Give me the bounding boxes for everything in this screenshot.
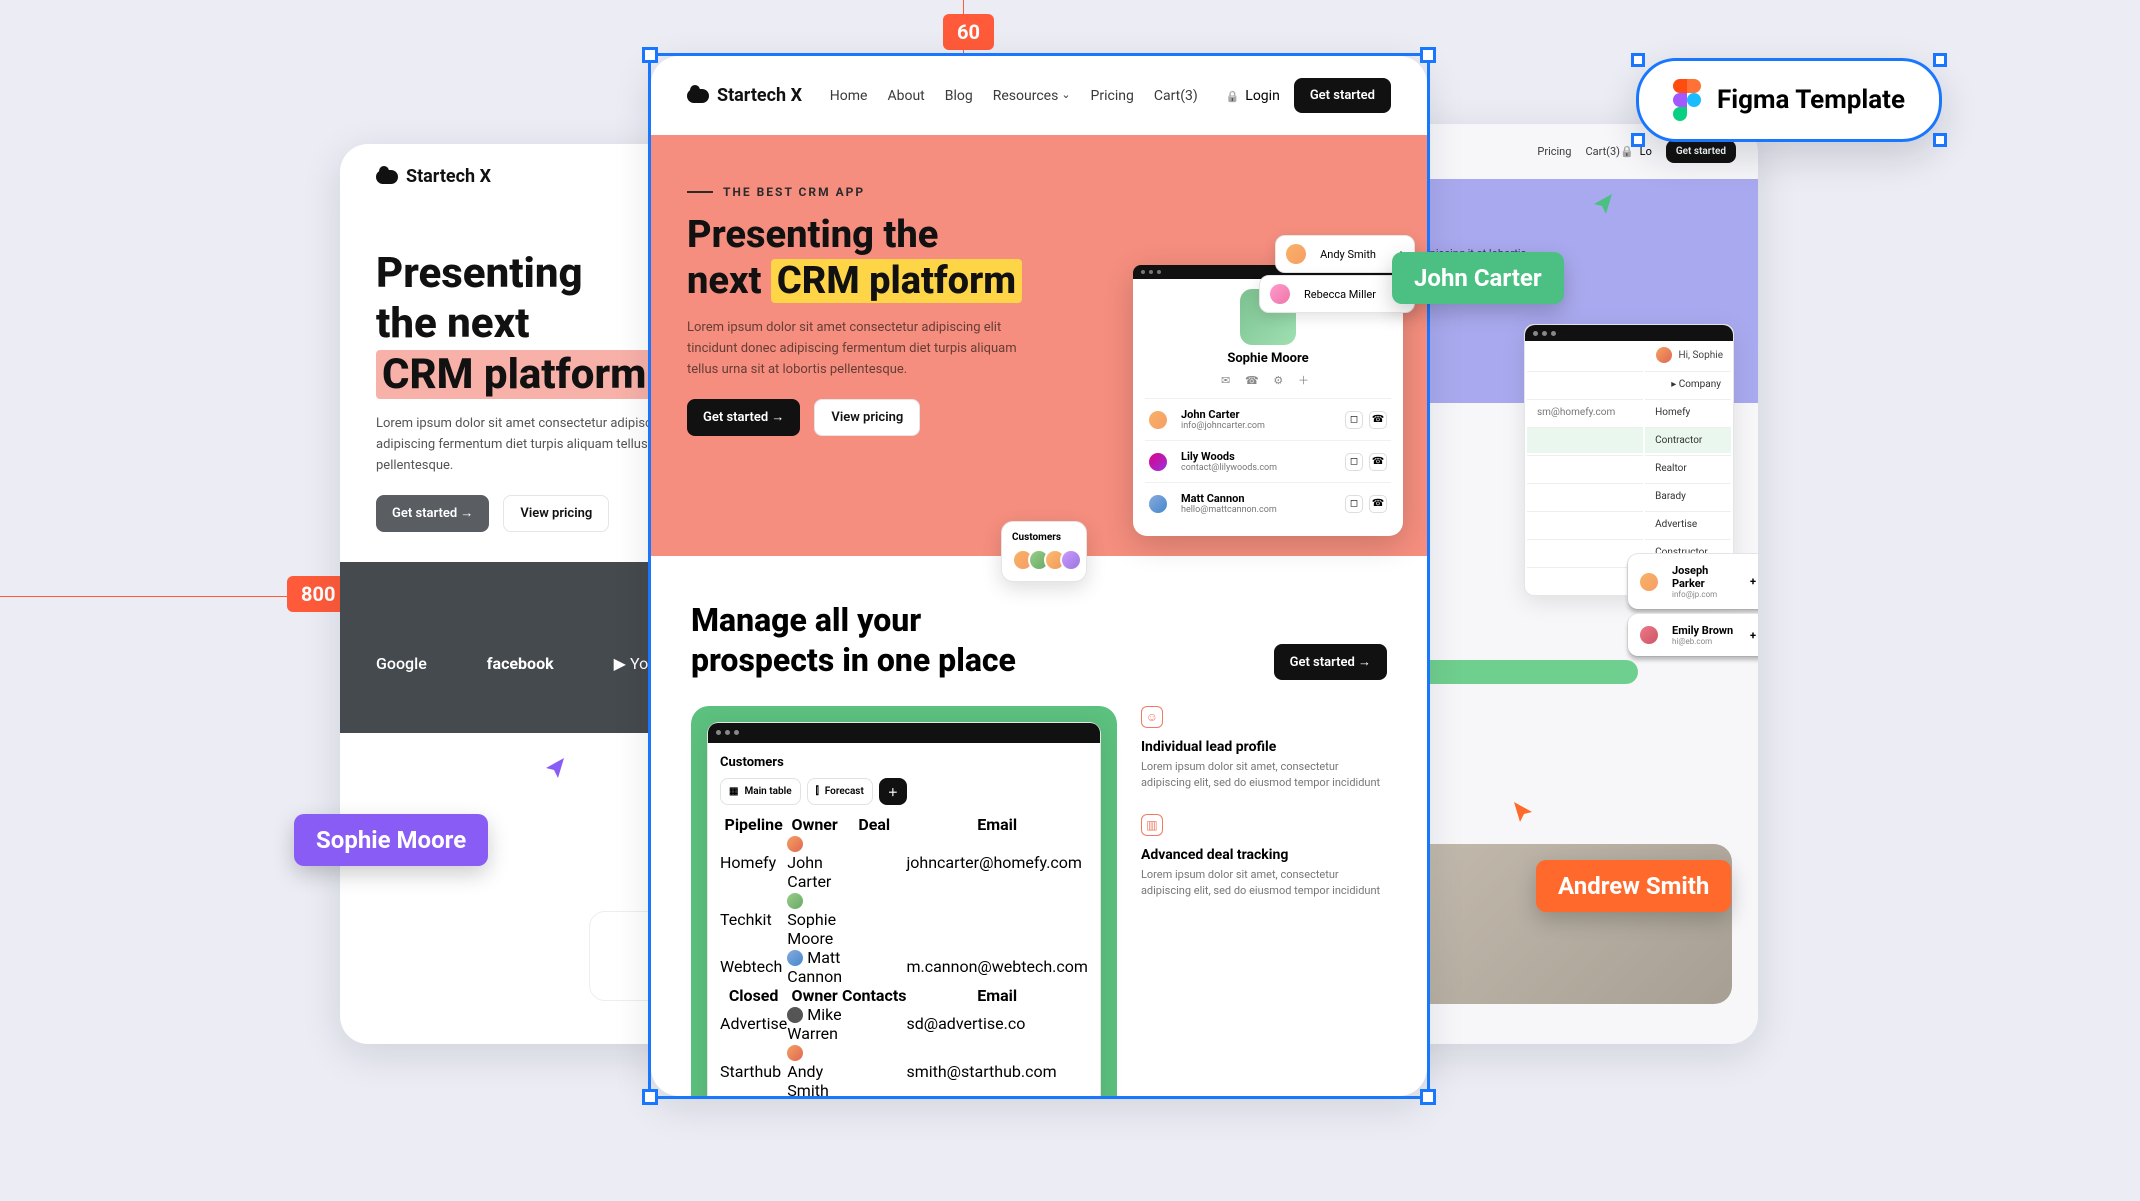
logo[interactable]: Startech X (687, 85, 802, 106)
contact-chip-emily[interactable]: Emily Brownhi@eb.com+ (1628, 614, 1758, 656)
selection-handle[interactable] (1933, 133, 1947, 147)
get-started-button[interactable]: Get started → (376, 495, 489, 532)
nav-resources[interactable]: Resources (993, 88, 1071, 104)
nav-cart[interactable]: Cart(3) (1585, 145, 1620, 158)
tab-forecast[interactable]: ⫿ Forecast (807, 778, 873, 805)
hi-user: Hi, Sophie (1525, 341, 1733, 369)
nav-blog[interactable]: Blog (945, 88, 973, 104)
user-icon: ☺ (1141, 706, 1163, 728)
cursor-john (1588, 190, 1616, 218)
logo-facebook: facebook (487, 654, 554, 673)
add-button[interactable]: ＋ (879, 778, 907, 805)
cloud-icon (687, 89, 709, 103)
artboard-center[interactable]: Startech X Home About Blog Resources Pri… (651, 56, 1427, 1096)
figma-icon (1673, 79, 1701, 121)
measure-top: 60 (943, 14, 994, 50)
call-icon[interactable]: ☎ (1369, 453, 1387, 471)
contact-row[interactable]: Lily Woodscontact@lilywoods.com◻☎ (1145, 440, 1391, 482)
call-icon[interactable]: ☎ (1369, 495, 1387, 513)
cursor-andrew (1510, 798, 1538, 826)
customers-table: PipelineOwnerDealEmail Homefy John Carte… (720, 815, 1088, 1096)
hero-area: THE BEST CRM APP Presenting the next CRM… (651, 135, 1427, 556)
selection-handle[interactable] (642, 47, 658, 63)
chip-customers[interactable]: Customers (1001, 521, 1087, 582)
selection-handle[interactable] (1933, 53, 1947, 67)
figma-template-badge[interactable]: Figma Template (1636, 58, 1942, 142)
profile-name: Sophie Moore (1145, 351, 1391, 366)
eyebrow: THE BEST CRM APP (687, 185, 1075, 199)
selection-handle[interactable] (1420, 47, 1436, 63)
section-heading: Manage all your prospects in one place (691, 600, 1071, 680)
profile-actions: ✉ ☎ ⚙ ＋ (1145, 372, 1391, 388)
cursor-sophie (540, 754, 568, 782)
feature-deal-tracking: ▥ Advanced deal tracking Lorem ipsum dol… (1141, 814, 1387, 900)
login-link[interactable]: Login (1226, 88, 1280, 104)
section-prospects: Manage all your prospects in one place G… (651, 556, 1427, 1096)
nav-cart[interactable]: Cart(3) (1154, 88, 1198, 104)
get-started-button[interactable]: Get started (1294, 78, 1391, 113)
figma-badge-label: Figma Template (1717, 85, 1905, 115)
message-icon[interactable]: ◻ (1345, 453, 1363, 471)
get-started-button[interactable]: Get started → (687, 399, 800, 436)
view-pricing-button[interactable]: View pricing (503, 495, 609, 532)
cursor-label-john: John Carter (1392, 252, 1564, 304)
contact-row[interactable]: John Carterinfo@johncarter.com◻☎ (1145, 398, 1391, 440)
brand-name: Startech X (717, 85, 802, 106)
get-started-button[interactable]: Get started (1666, 140, 1736, 163)
call-icon[interactable]: ☎ (1369, 411, 1387, 429)
hero-lede: Lorem ipsum dolor sit amet consectetur a… (687, 318, 1047, 380)
cursor-label-andrew: Andrew Smith (1536, 860, 1731, 912)
get-started-button[interactable]: Get started → (1274, 644, 1387, 680)
selection-handle[interactable] (1631, 133, 1645, 147)
contact-row[interactable]: Matt Cannonhello@mattcannon.com◻☎ (1145, 482, 1391, 524)
chart-icon: ▥ (1141, 814, 1163, 836)
nav: Startech X Home About Blog Resources Pri… (651, 56, 1427, 135)
cloud-icon (376, 170, 398, 184)
nav-about[interactable]: About (887, 88, 924, 104)
tab-main[interactable]: ▦ Main table (720, 778, 801, 805)
lock-icon (1226, 88, 1240, 104)
selection-handle[interactable] (1631, 53, 1645, 67)
message-icon[interactable]: ◻ (1345, 495, 1363, 513)
hero-heading: Presenting the next CRM platform (687, 213, 1075, 304)
nav-pricing[interactable]: Pricing (1091, 88, 1134, 104)
contact-chip-joseph[interactable]: Joseph Parkerinfo@jp.com+ (1628, 554, 1758, 609)
selection-handle[interactable] (1420, 1089, 1436, 1105)
nav-links: Home About Blog Resources Pricing Cart(3… (830, 88, 1198, 104)
plus-icon[interactable]: + (1750, 629, 1756, 642)
plus-icon[interactable]: + (1750, 575, 1756, 588)
logo[interactable]: Startech X (376, 166, 491, 187)
nav-home[interactable]: Home (830, 88, 868, 104)
selection-handle[interactable] (642, 1089, 658, 1105)
customers-title: Customers (720, 755, 1088, 770)
brand-name: Startech X (406, 166, 491, 187)
nav-pricing[interactable]: Pricing (1537, 145, 1571, 158)
message-icon[interactable]: ◻ (1345, 411, 1363, 429)
view-pricing-button[interactable]: View pricing (814, 399, 920, 436)
feature-lead-profile: ☺ Individual lead profile Lorem ipsum do… (1141, 706, 1387, 792)
cursor-label-sophie: Sophie Moore (294, 814, 488, 866)
logo-google: Google (376, 654, 427, 673)
